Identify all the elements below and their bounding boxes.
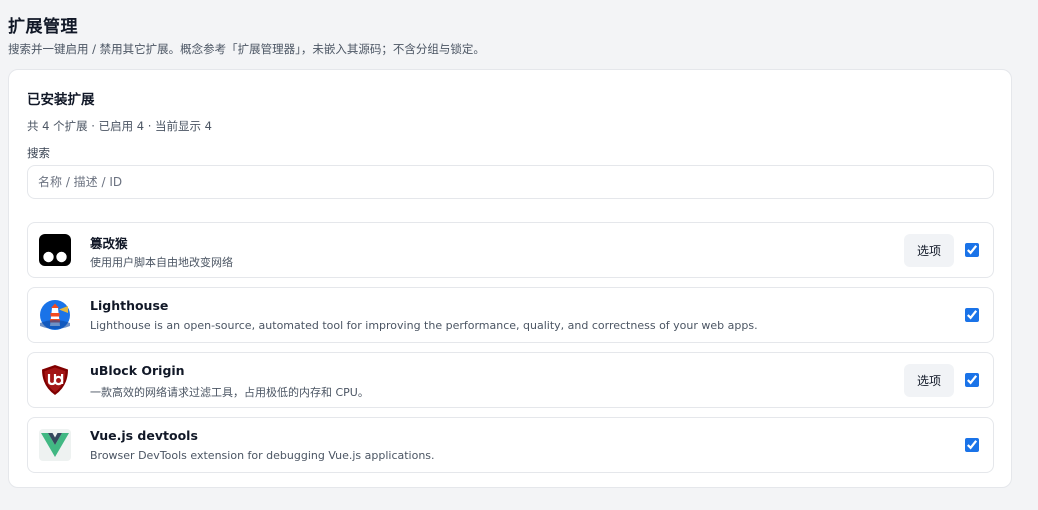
extension-row-vue-devtools: Vue.js devtools Browser DevTools extensi… bbox=[27, 417, 994, 473]
extension-name: 篡改猴 bbox=[90, 236, 128, 251]
enable-toggle-checkbox[interactable] bbox=[965, 308, 979, 322]
extension-stats: 共 4 个扩展 · 已启用 4 · 当前显示 4 bbox=[27, 119, 213, 133]
page-title: 扩展管理 bbox=[8, 17, 78, 37]
search-input[interactable] bbox=[27, 165, 994, 199]
extension-name: Vue.js devtools bbox=[90, 428, 198, 443]
search-label: 搜索 bbox=[27, 146, 50, 160]
extension-row-tampermonkey: 篡改猴 使用用户脚本自由地改变网络 选项 bbox=[27, 222, 994, 278]
lighthouse-icon bbox=[39, 299, 71, 331]
ublock-origin-icon bbox=[39, 364, 71, 396]
tampermonkey-icon bbox=[39, 234, 71, 266]
page-subtitle: 搜索并一键启用 / 禁用其它扩展。概念参考「扩展管理器」，未嵌入其源码；不含分组… bbox=[8, 42, 485, 56]
options-button[interactable]: 选项 bbox=[904, 364, 954, 397]
card-title: 已安装扩展 bbox=[27, 92, 95, 108]
extension-description: 使用用户脚本自由地改变网络 bbox=[90, 256, 233, 269]
extension-description: Browser DevTools extension for debugging… bbox=[90, 449, 435, 462]
extension-name: Lighthouse bbox=[90, 298, 169, 313]
extension-description: 一款高效的网络请求过滤工具，占用极低的内存和 CPU。 bbox=[90, 386, 369, 399]
enable-toggle-checkbox[interactable] bbox=[965, 243, 979, 257]
extension-name: uBlock Origin bbox=[90, 363, 185, 378]
extension-row-ublock-origin: uBlock Origin 一款高效的网络请求过滤工具，占用极低的内存和 CPU… bbox=[27, 352, 994, 408]
extension-manager-page: 扩展管理 搜索并一键启用 / 禁用其它扩展。概念参考「扩展管理器」，未嵌入其源码… bbox=[0, 0, 1038, 510]
installed-extensions-card: 已安装扩展 共 4 个扩展 · 已启用 4 · 当前显示 4 搜索 篡改猴 使用… bbox=[8, 69, 1012, 488]
extension-description: Lighthouse is an open-source, automated … bbox=[90, 319, 758, 332]
extension-row-lighthouse: Lighthouse Lighthouse is an open-source,… bbox=[27, 287, 994, 343]
vue-devtools-icon bbox=[39, 429, 71, 461]
enable-toggle-checkbox[interactable] bbox=[965, 438, 979, 452]
enable-toggle-checkbox[interactable] bbox=[965, 373, 979, 387]
options-button[interactable]: 选项 bbox=[904, 234, 954, 267]
